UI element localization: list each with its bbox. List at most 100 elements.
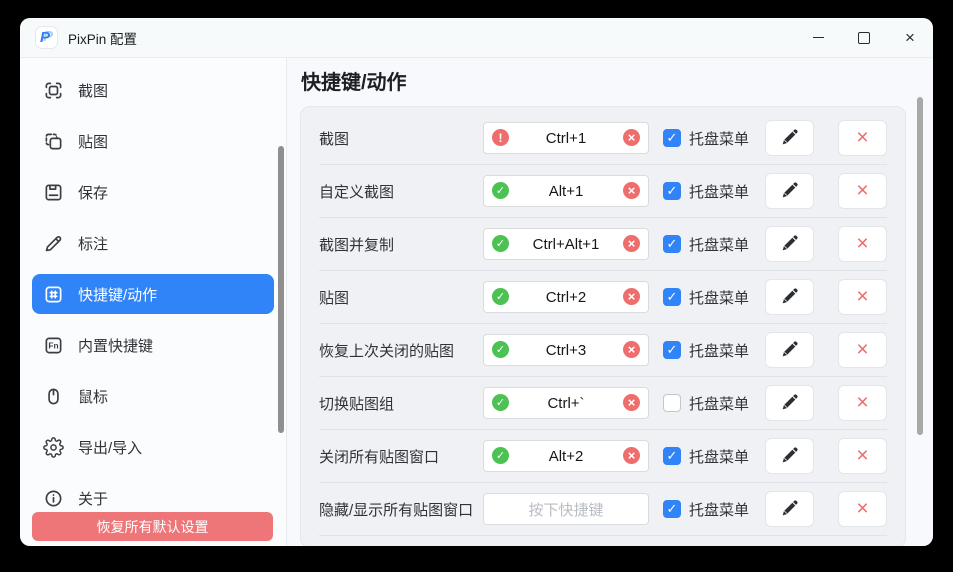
delete-hotkey-button[interactable]: × <box>838 385 887 421</box>
tray-menu-label: 托盘菜单 <box>689 446 749 467</box>
delete-hotkey-button[interactable]: × <box>838 226 887 262</box>
delete-hotkey-button[interactable]: × <box>838 120 887 156</box>
annotate-icon <box>42 232 64 254</box>
clear-hotkey-icon[interactable]: × <box>623 394 640 411</box>
clear-hotkey-icon[interactable]: × <box>623 447 640 464</box>
delete-hotkey-button[interactable]: × <box>838 491 887 527</box>
hotkey-input[interactable]: 按下快捷键 <box>483 493 649 525</box>
pin-image-icon <box>42 130 64 152</box>
reset-defaults-button[interactable]: 恢复所有默认设置 <box>32 512 273 541</box>
pencil-icon <box>780 286 800 309</box>
sidebar-item-label: 内置快捷键 <box>78 335 153 356</box>
hotkey-action-label: 切换贴图组 <box>319 393 483 414</box>
delete-x-icon: × <box>856 392 868 413</box>
about-icon <box>42 487 64 509</box>
hotkey-input[interactable]: ! Ctrl+1 × <box>483 122 649 154</box>
delete-hotkey-button[interactable]: × <box>838 438 887 474</box>
sidebar-item-label: 关于 <box>78 488 108 509</box>
sidebar-item-export-import[interactable]: 导出/导入 <box>32 427 274 467</box>
pencil-icon <box>780 498 800 521</box>
app-body: 截图 贴图 保存 标注 快捷键/动作 Fn 内置快捷键 鼠标 导出/导入 关于 … <box>20 58 933 546</box>
hotkey-status-icon: ! <box>492 129 509 146</box>
main-scrollbar[interactable] <box>917 97 923 435</box>
hotkey-input[interactable]: ✓ Alt+2 × <box>483 440 649 472</box>
close-icon: × <box>905 28 915 48</box>
hotkey-status-icon: ✓ <box>492 394 509 411</box>
sidebar-item-label: 导出/导入 <box>78 437 142 458</box>
hotkey-input[interactable]: ✓ Ctrl+3 × <box>483 334 649 366</box>
titlebar[interactable]: P P PixPin 配置 × <box>20 18 933 58</box>
delete-x-icon: × <box>856 286 868 307</box>
hotkey-row: 隐藏/显示所有贴图窗口 按下快捷键 ✓ 托盘菜单 × <box>319 483 887 536</box>
edit-action-button[interactable] <box>765 279 814 315</box>
delete-hotkey-button[interactable]: × <box>838 279 887 315</box>
sidebar-item-annotate[interactable]: 标注 <box>32 223 274 263</box>
sidebar-item-mouse[interactable]: 鼠标 <box>32 376 274 416</box>
tray-menu-checkbox[interactable]: ✓ <box>663 500 681 518</box>
hotkey-action-label: 自定义截图 <box>319 181 483 202</box>
sidebar-scrollbar[interactable] <box>278 146 284 433</box>
tray-menu-checkbox[interactable]: ✓ <box>663 235 681 253</box>
edit-action-button[interactable] <box>765 438 814 474</box>
tray-menu-checkbox[interactable]: ✓ <box>663 182 681 200</box>
pixpin-logo-icon: P P <box>36 27 57 48</box>
hotkey-status-icon: ✓ <box>492 235 509 252</box>
hotkey-input[interactable]: ✓ Ctrl+Alt+1 × <box>483 228 649 260</box>
pencil-icon <box>780 392 800 415</box>
tray-menu-checkbox[interactable]: ✓ <box>663 288 681 306</box>
sidebar-item-save[interactable]: 保存 <box>32 172 274 212</box>
mouse-icon <box>42 385 64 407</box>
screenshot-icon <box>42 79 64 101</box>
sidebar-item-hotkeys-actions[interactable]: 快捷键/动作 <box>32 274 274 314</box>
hotkey-status-icon: ✓ <box>492 447 509 464</box>
sidebar-item-label: 标注 <box>78 233 108 254</box>
delete-hotkey-button[interactable]: × <box>838 173 887 209</box>
clear-hotkey-icon[interactable]: × <box>623 129 640 146</box>
sidebar-item-builtin-hotkeys[interactable]: Fn 内置快捷键 <box>32 325 274 365</box>
clear-hotkey-icon[interactable]: × <box>623 182 640 199</box>
minimize-icon <box>813 37 824 38</box>
tray-menu-checkbox[interactable]: ✓ <box>663 129 681 147</box>
hotkey-input[interactable]: ✓ Ctrl+` × <box>483 387 649 419</box>
sidebar-item-label: 贴图 <box>78 131 108 152</box>
maximize-icon <box>858 32 870 44</box>
minimize-button[interactable] <box>795 18 841 57</box>
svg-text:Fn: Fn <box>48 340 58 350</box>
edit-action-button[interactable] <box>765 332 814 368</box>
clear-hotkey-icon[interactable]: × <box>623 288 640 305</box>
clear-hotkey-icon[interactable]: × <box>623 341 640 358</box>
clear-hotkey-icon[interactable]: × <box>623 235 640 252</box>
maximize-button[interactable] <box>841 18 887 57</box>
edit-action-button[interactable] <box>765 120 814 156</box>
hotkey-action-label: 截图 <box>319 128 483 149</box>
sidebar-item-label: 截图 <box>78 80 108 101</box>
edit-action-button[interactable] <box>765 226 814 262</box>
pencil-icon <box>780 445 800 468</box>
delete-x-icon: × <box>856 339 868 360</box>
delete-x-icon: × <box>856 233 868 254</box>
tray-menu-label: 托盘菜单 <box>689 181 749 202</box>
hotkey-input[interactable]: ✓ Ctrl+2 × <box>483 281 649 313</box>
tray-menu-checkbox[interactable] <box>663 394 681 412</box>
fn-icon: Fn <box>42 334 64 356</box>
tray-menu-checkbox[interactable]: ✓ <box>663 447 681 465</box>
edit-action-button[interactable] <box>765 173 814 209</box>
tray-menu-checkbox[interactable]: ✓ <box>663 341 681 359</box>
close-button[interactable]: × <box>887 18 933 57</box>
hotkey-list-card: 截图 ! Ctrl+1 × ✓ 托盘菜单 × 自定义截图 ✓ Alt+1 × ✓ <box>300 106 906 546</box>
hotkey-row: 自定义截图 ✓ Alt+1 × ✓ 托盘菜单 × <box>319 165 887 218</box>
hotkey-row: 贴图 ✓ Ctrl+2 × ✓ 托盘菜单 × <box>319 271 887 324</box>
sidebar-item-screenshot[interactable]: 截图 <box>32 70 274 110</box>
edit-action-button[interactable] <box>765 385 814 421</box>
delete-x-icon: × <box>856 498 868 519</box>
tray-menu-label: 托盘菜单 <box>689 287 749 308</box>
tray-menu-label: 托盘菜单 <box>689 499 749 520</box>
delete-hotkey-button[interactable]: × <box>838 332 887 368</box>
sidebar-item-pin-image[interactable]: 贴图 <box>32 121 274 161</box>
hotkey-value: 按下快捷键 <box>484 499 648 520</box>
hotkey-action-label: 隐藏/显示所有贴图窗口 <box>319 499 483 520</box>
hotkey-status-icon: ✓ <box>492 182 509 199</box>
edit-action-button[interactable] <box>765 491 814 527</box>
delete-x-icon: × <box>856 445 868 466</box>
hotkey-input[interactable]: ✓ Alt+1 × <box>483 175 649 207</box>
